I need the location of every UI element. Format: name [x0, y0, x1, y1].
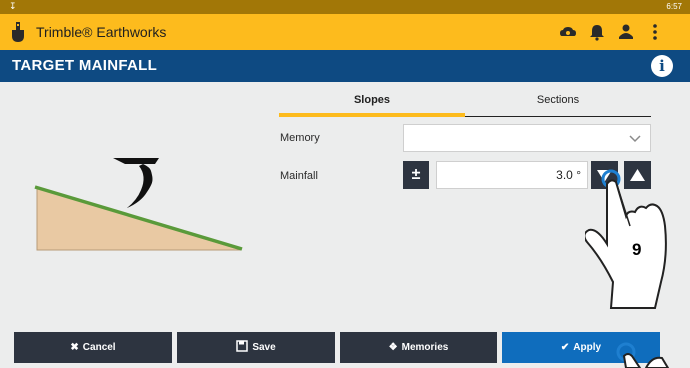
tab-slopes[interactable]: Slopes [279, 94, 465, 114]
memory-label: Memory [280, 132, 320, 144]
cloud-icon[interactable] [559, 23, 577, 41]
user-icon[interactable] [617, 23, 635, 41]
memories-label: Memories [401, 342, 449, 353]
mainfall-value-field[interactable]: 3.0 ° [436, 161, 588, 189]
save-icon [236, 340, 249, 352]
active-tab-indicator [279, 113, 465, 117]
cancel-button[interactable]: ✖ Cancel [14, 332, 172, 363]
check-icon: ✔ [560, 342, 570, 353]
memory-dropdown[interactable] [403, 124, 651, 152]
shovel-logo-icon [12, 22, 24, 42]
slope-illustration [34, 158, 243, 251]
tab-divider [465, 116, 651, 117]
save-button[interactable]: Save [177, 332, 335, 363]
bottom-action-bar: ✖ Cancel Save ❖ Memories ✔ Apply [0, 326, 690, 368]
app-bar: Trimble® Earthworks [0, 14, 690, 50]
download-icon: ↧ [9, 1, 17, 11]
memories-button[interactable]: ❖ Memories [340, 332, 497, 363]
bell-icon[interactable] [588, 23, 606, 41]
bucket-icon [113, 158, 159, 208]
tab-sections[interactable]: Sections [465, 94, 651, 114]
sign-toggle-button[interactable]: ± [403, 161, 429, 189]
info-icon[interactable]: i [651, 55, 673, 77]
mainfall-label: Mainfall [280, 170, 318, 182]
page-title: TARGET MAINFALL [12, 57, 158, 74]
tap-hand-icon [585, 169, 667, 309]
more-vert-icon[interactable] [646, 23, 664, 41]
chevron-down-icon [629, 135, 641, 143]
tap-hand-icon-apply [616, 342, 670, 368]
close-icon: ✖ [70, 342, 79, 353]
status-time: 6:57 [666, 2, 682, 11]
step-number: 9 [632, 240, 642, 259]
app-name: Trimble® Earthworks [36, 24, 167, 40]
status-bar: ↧ 6:57 [0, 0, 690, 14]
save-label: Save [252, 342, 276, 353]
title-bar: TARGET MAINFALL i [0, 50, 690, 82]
apply-label: Apply [573, 342, 602, 353]
memories-icon: ❖ [388, 342, 398, 353]
cancel-label: Cancel [82, 342, 116, 353]
